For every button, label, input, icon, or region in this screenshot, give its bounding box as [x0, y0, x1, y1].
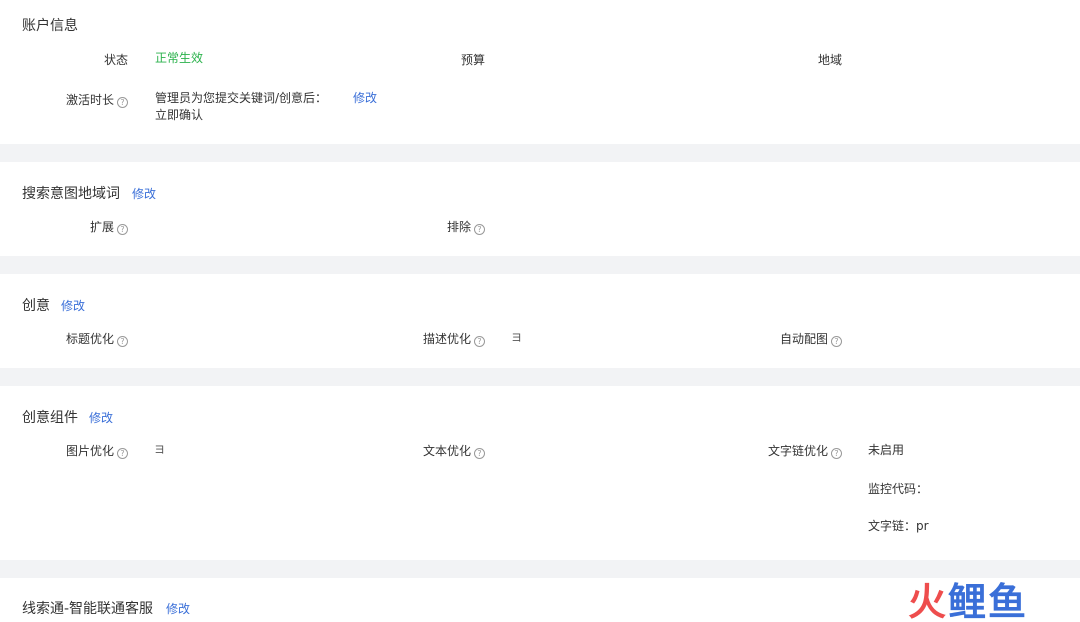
- creative-edit-link[interactable]: 修改: [61, 298, 85, 314]
- activation-label: 激活时长?: [66, 92, 128, 108]
- expand-label: 扩展?: [90, 219, 128, 235]
- search-intent-edit-link[interactable]: 修改: [132, 186, 156, 202]
- help-icon[interactable]: ?: [474, 336, 485, 347]
- text-opt-label: 文本优化?: [423, 443, 485, 459]
- help-icon[interactable]: ?: [117, 448, 128, 459]
- search-intent-section: 搜索意图地域词 修改 扩展? 排除?: [0, 162, 1080, 256]
- watermark-logo-part1: 火: [908, 579, 949, 622]
- exclude-label-text: 排除: [446, 220, 471, 234]
- text-opt-label-text: 文本优化: [422, 444, 471, 458]
- clue-edit-link[interactable]: 修改: [166, 601, 190, 617]
- account-info-section: 账户信息 状态 正常生效 预算 地域 激活时长? 管理员为您提交关键词/创意后：…: [0, 0, 1080, 144]
- exclude-label: 排除?: [447, 219, 485, 235]
- textlink-status: 未启用: [868, 443, 905, 457]
- monitor-code: 监控代码：: [868, 482, 929, 496]
- textlink-opt-label: 文字链优化?: [768, 443, 842, 459]
- creative-section: 创意 修改 标题优化? 描述优化? ヨ 自动配图?: [0, 274, 1080, 368]
- help-icon[interactable]: ?: [831, 336, 842, 347]
- img-opt-label-text: 图片优化: [65, 444, 114, 458]
- img-opt-value: ヨ: [154, 443, 165, 456]
- clue-title: 线索通-智能联通客服: [22, 601, 154, 617]
- activation-edit-link[interactable]: 修改: [353, 90, 377, 106]
- help-icon[interactable]: ?: [117, 97, 128, 108]
- auto-img-label: 自动配图?: [780, 331, 842, 347]
- desc-opt-label: 描述优化?: [423, 331, 485, 347]
- expand-label-text: 扩展: [89, 220, 114, 234]
- help-icon[interactable]: ?: [474, 224, 485, 235]
- status-label: 状态: [103, 53, 128, 67]
- help-icon[interactable]: ?: [831, 448, 842, 459]
- activation-value-line2: 立即确认: [155, 108, 204, 122]
- desc-opt-value: ヨ: [511, 331, 522, 344]
- creative-components-section: 创意组件 修改 图片优化? ヨ 文本优化? 文字链优化? 未启用 监控代码： 文…: [0, 386, 1080, 560]
- title-opt-label-text: 标题优化: [65, 332, 114, 346]
- watermark-logo: 火鲤鱼: [908, 578, 1028, 622]
- components-edit-link[interactable]: 修改: [89, 410, 113, 426]
- watermark-logo-part2: 鲤鱼: [948, 579, 1029, 622]
- auto-img-label-text: 自动配图: [779, 332, 828, 346]
- help-icon[interactable]: ?: [474, 448, 485, 459]
- creative-title: 创意: [22, 298, 50, 314]
- region-label: 地域: [817, 53, 842, 67]
- textlink-opt-label-text: 文字链优化: [767, 444, 828, 458]
- activation-value-line1: 管理员为您提交关键词/创意后：: [155, 91, 328, 105]
- img-opt-label: 图片优化?: [66, 443, 128, 459]
- help-icon[interactable]: ?: [117, 224, 128, 235]
- help-icon[interactable]: ?: [117, 336, 128, 347]
- activation-label-text: 激活时长: [65, 93, 114, 107]
- desc-opt-label-text: 描述优化: [422, 332, 471, 346]
- account-info-title: 账户信息: [22, 18, 78, 34]
- status-value: 正常生效: [155, 51, 204, 65]
- title-opt-label: 标题优化?: [66, 331, 128, 347]
- search-intent-title: 搜索意图地域词: [22, 186, 120, 202]
- textlink-value: 文字链：pr: [868, 519, 929, 533]
- budget-label: 预算: [460, 53, 485, 67]
- components-title: 创意组件: [22, 410, 78, 426]
